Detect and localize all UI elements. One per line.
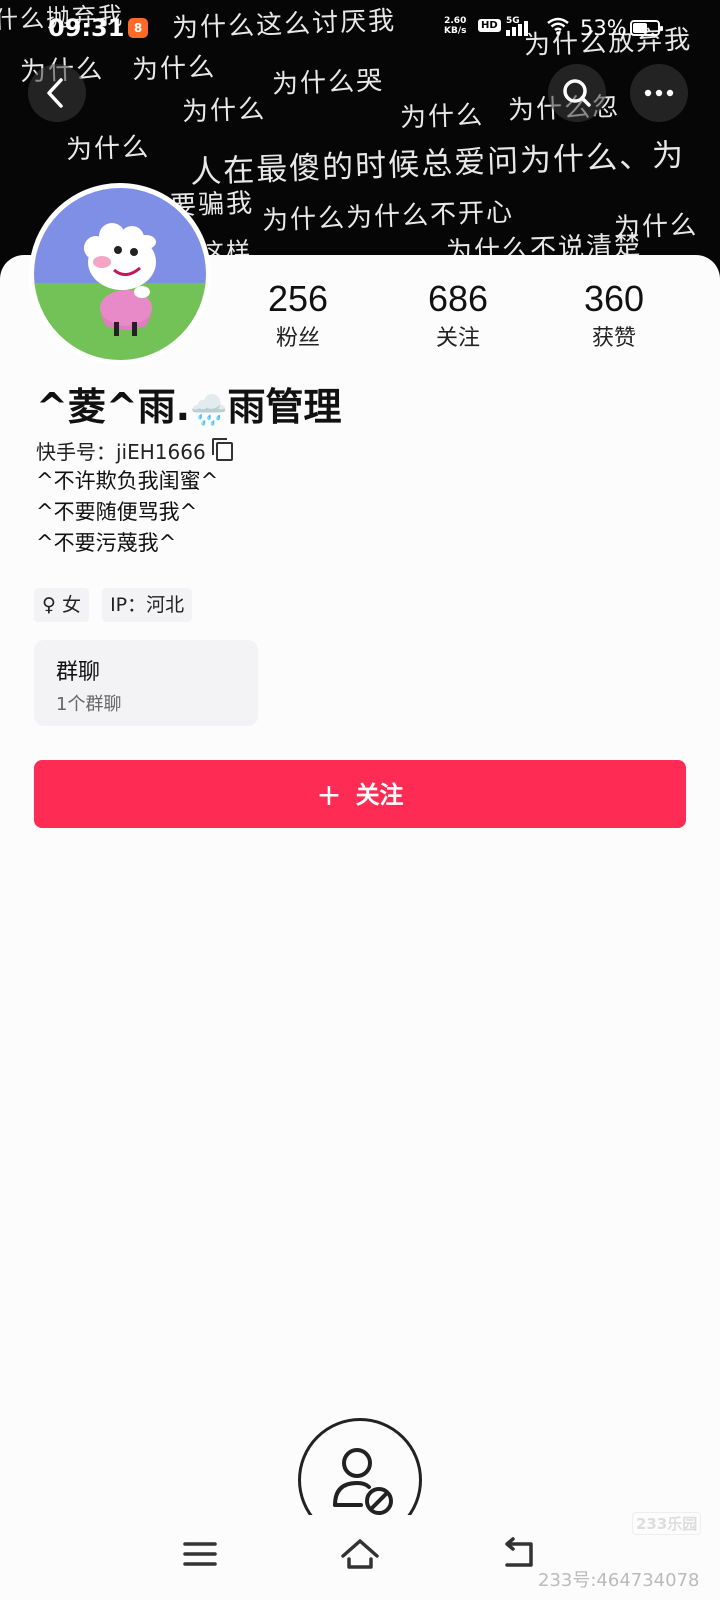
search-button[interactable] bbox=[548, 64, 606, 122]
following-label: 关注 bbox=[435, 326, 480, 351]
banner-text: 为什么 bbox=[181, 94, 267, 128]
banner-text: 人在最傻的时候总爱问为什么、为 bbox=[189, 137, 686, 191]
gender-tag: ♀ 女 bbox=[34, 588, 89, 622]
home-button[interactable] bbox=[335, 1529, 385, 1579]
cartoon-sheep-avatar bbox=[34, 188, 206, 360]
banner-text: 为什么 bbox=[65, 132, 151, 166]
group-chat-title: 群聊 bbox=[56, 660, 101, 685]
likes-label: 获赞 bbox=[591, 326, 636, 351]
more-dots-icon bbox=[644, 89, 674, 97]
follow-button[interactable]: + 关注 bbox=[34, 760, 686, 828]
fans-count: 256 bbox=[267, 278, 329, 319]
user-id: 快手号：jiEH1666 bbox=[36, 436, 233, 465]
likes-stat[interactable]: 360 获赞 bbox=[554, 278, 674, 352]
battery-percent: 53% bbox=[580, 16, 627, 40]
search-icon bbox=[563, 79, 591, 107]
rain-cloud-emoji: 🌧️ bbox=[190, 393, 228, 428]
fans-label: 粉丝 bbox=[275, 326, 320, 351]
kuaishou-icon: 8 bbox=[128, 18, 148, 38]
avatar[interactable] bbox=[34, 188, 206, 360]
status-bar: 09:31 8 2.60 KB/s HD 5G 53% bbox=[0, 0, 720, 56]
group-chat-count: 1个群聊 bbox=[56, 694, 122, 715]
plus-icon: + bbox=[316, 778, 342, 813]
more-button[interactable] bbox=[630, 64, 688, 122]
bio-line: ^不要随便骂我^ bbox=[36, 500, 198, 524]
menu-button[interactable] bbox=[175, 1529, 225, 1579]
signal-icon: 5G bbox=[506, 16, 536, 38]
ip-location-tag: IP：河北 bbox=[102, 588, 193, 622]
following-count: 686 bbox=[427, 278, 489, 319]
back-button[interactable] bbox=[28, 64, 86, 122]
status-time: 09:31 bbox=[48, 14, 125, 42]
profile-name: ^菱^雨.🌧️雨管理 bbox=[36, 385, 342, 429]
account-watermark: 233号:464734078 bbox=[538, 1570, 700, 1591]
banner-text: 为什么哭 bbox=[271, 66, 385, 100]
home-icon bbox=[341, 1539, 379, 1569]
group-chat-card[interactable]: 群聊 1个群聊 bbox=[34, 640, 258, 726]
battery-icon bbox=[630, 20, 663, 36]
hd-icon: HD bbox=[478, 19, 501, 32]
follow-label: 关注 bbox=[355, 781, 404, 809]
following-stat[interactable]: 686 关注 bbox=[398, 278, 518, 352]
copy-icon[interactable] bbox=[211, 438, 233, 461]
bio-line: ^不要污蔑我^ bbox=[36, 531, 177, 555]
likes-count: 360 bbox=[583, 278, 645, 319]
fans-stat[interactable]: 256 粉丝 bbox=[238, 278, 358, 352]
wifi-icon bbox=[547, 17, 569, 35]
chevron-left-icon bbox=[47, 78, 63, 108]
profile-tags: ♀ 女 IP：河北 bbox=[34, 588, 200, 622]
site-watermark: 233乐园 bbox=[632, 1512, 702, 1535]
bio: ^不许欺负我闺蜜^ ^不要随便骂我^ ^不要污蔑我^ bbox=[36, 466, 218, 559]
net-speed: 2.60 KB/s bbox=[444, 16, 467, 36]
menu-icon bbox=[183, 1542, 217, 1566]
banner-text: 为什么 bbox=[399, 100, 485, 134]
bio-line: ^不许欺负我闺蜜^ bbox=[36, 469, 219, 493]
